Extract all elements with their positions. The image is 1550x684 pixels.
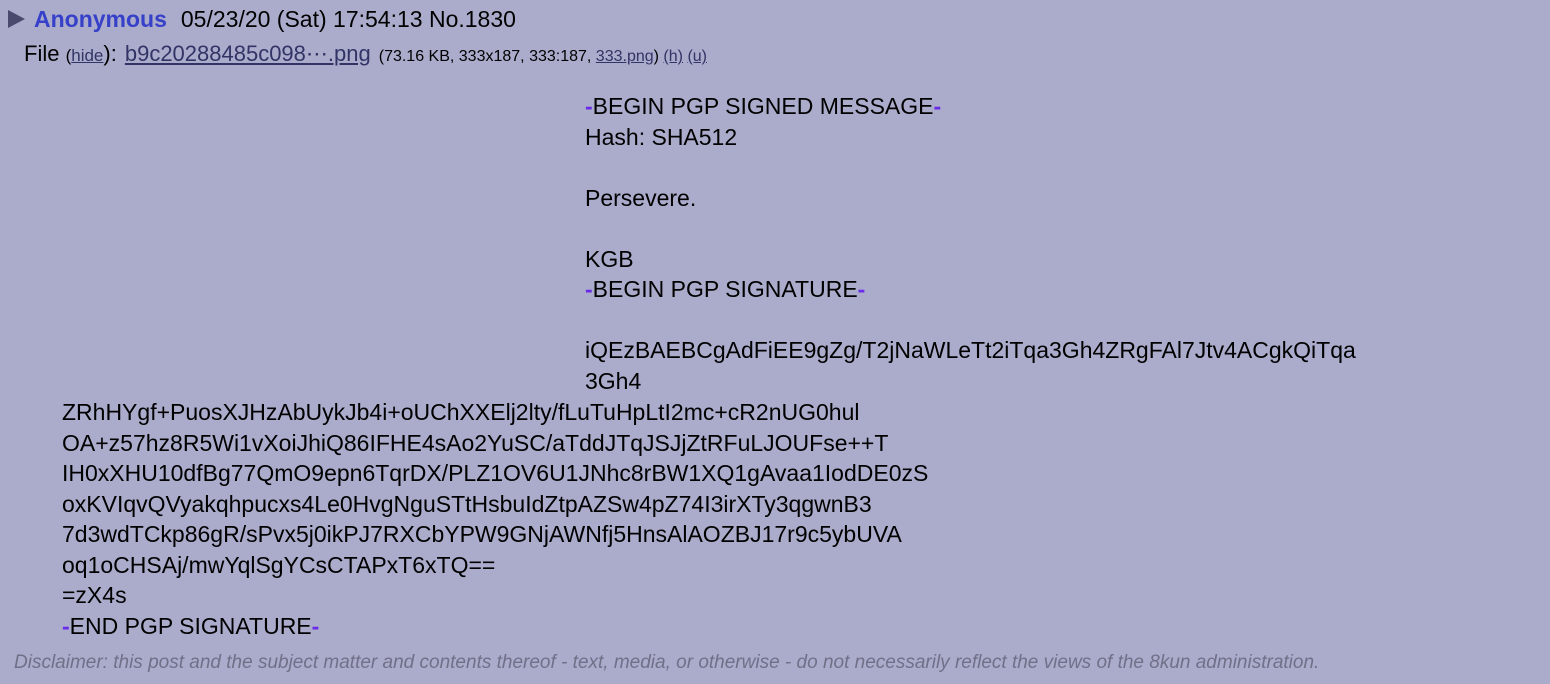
file-name-link[interactable]: b9c20288485c098⋯.png [125, 41, 371, 67]
pgp-begin-signed-line: -BEGIN PGP SIGNED MESSAGE- [585, 91, 1356, 122]
message-body-upper: -BEGIN PGP SIGNED MESSAGE- Hash: SHA512 … [585, 91, 1356, 396]
message-body-lower: ZRhHYgf+PuosXJHzAbUykJb4i+oUChXXElj2lty/… [62, 397, 928, 641]
dash-left: - [585, 276, 593, 302]
expand-triangle-icon[interactable] [8, 10, 25, 28]
pgp-begin-signature-line: -BEGIN PGP SIGNATURE- [585, 274, 1356, 305]
dash-right: - [933, 93, 942, 119]
dash-left: - [62, 612, 70, 639]
pgp-begin-signature: BEGIN PGP SIGNATURE [592, 276, 858, 302]
disclaimer: Disclaimer: this post and the subject ma… [14, 652, 1320, 673]
signature-line: IH0xXHU10dfBg77QmO9epn6TqrDX/PLZ1OV6U1JN… [62, 460, 929, 486]
signature-line: 3Gh4 [585, 367, 642, 394]
file-label: File [24, 41, 60, 66]
dash-right: - [857, 276, 866, 302]
file-metadata: (73.16 KB, 333x187, 333:187, [378, 48, 592, 65]
u-link[interactable]: (u) [687, 48, 707, 66]
pgp-end-signature-line: -END PGP SIGNATURE- [62, 611, 928, 642]
pgp-hash: Hash: SHA512 [585, 123, 738, 150]
post-header: Anonymous 05/23/20 (Sat) 17:54:13 No.183… [8, 4, 516, 34]
message-text: Persevere. [585, 184, 697, 211]
signature-line: OA+z57hz8R5Wi1vXoiJhiQ86IFHE4sAo2YuSC/aT… [62, 429, 889, 456]
hide-file-link[interactable]: hide [71, 46, 103, 66]
signature-line: ZRhHYgf+PuosXJHzAbUykJb4i+oUChXXElj2lty/… [62, 399, 860, 425]
signature-line: iQEzBAEBCgAdFiEE9gZg/T2jNaWLeTt2iTqa3Gh4… [585, 337, 1356, 363]
post-datetime: 05/23/20 (Sat) 17:54:13 [180, 5, 423, 32]
signature-checksum: =zX4s [62, 582, 127, 608]
hide-close-paren: ): [103, 41, 117, 66]
signature-line: oq1oCHSAj/mwYqlSgYCsCTAPxT6xTQ== [62, 551, 496, 578]
h-link[interactable]: (h) [663, 48, 683, 66]
poster-name: Anonymous [34, 5, 167, 32]
pgp-begin-signed: BEGIN PGP SIGNED MESSAGE [592, 93, 934, 119]
signature-line: 7d3wdTCkp86gR/sPvx5j0ikPJ7RXCbYPW9GNjAWN… [62, 521, 902, 547]
original-filename-link[interactable]: 333.png [596, 48, 654, 66]
dash-right: - [311, 612, 320, 639]
message-signoff: KGB [585, 245, 634, 272]
signature-line: oxKVIqvQVyakqhpucxs4Le0HvgNguSTtHsbuIdZt… [62, 490, 872, 517]
pgp-end-signature: END PGP SIGNATURE [69, 612, 312, 639]
dash-left: - [585, 93, 593, 119]
post-number[interactable]: No.1830 [429, 6, 516, 33]
file-info-line: File ( hide ): b9c20288485c098⋯.png (73.… [24, 41, 707, 67]
